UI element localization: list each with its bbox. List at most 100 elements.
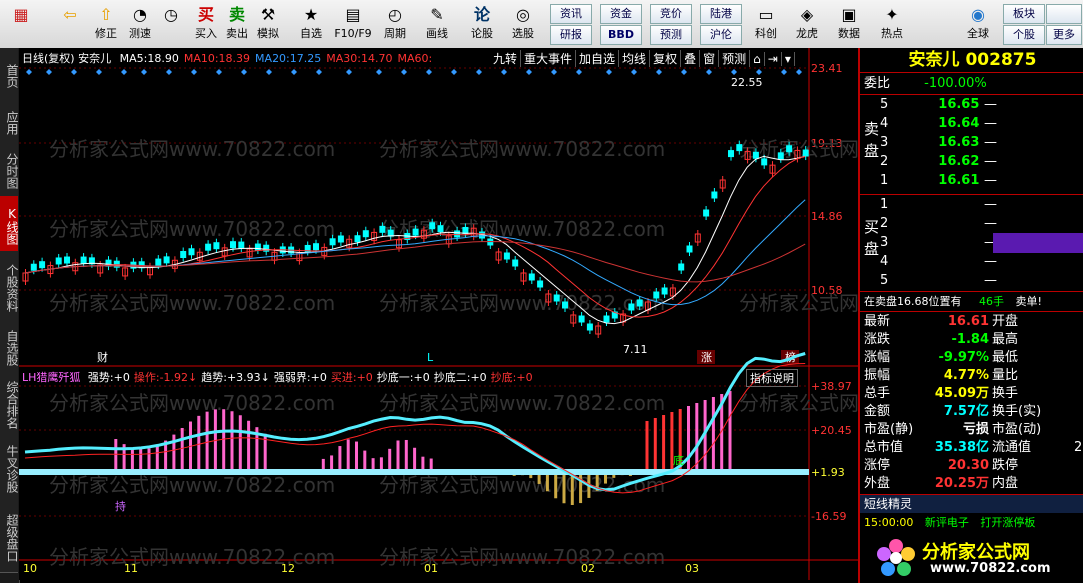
sell-row-4[interactable]: 4 16.64 — — [880, 115, 997, 133]
event-diamond-icon[interactable] — [141, 69, 147, 75]
left-tab-0[interactable]: 首页 — [0, 48, 19, 102]
event-diamond-icon[interactable] — [656, 69, 662, 75]
event-diamond-icon[interactable] — [291, 69, 297, 75]
event-diamond-icon[interactable] — [216, 69, 222, 75]
sell-row-2[interactable]: 2 16.62 — — [880, 153, 997, 171]
toolbar-3-button[interactable]: ◔ 测速 — [124, 2, 156, 46]
event-diamond-icon[interactable] — [551, 69, 557, 75]
event-diamond-icon[interactable] — [796, 69, 802, 75]
event-diamond-icon[interactable] — [96, 69, 102, 75]
indicator-name[interactable]: LH猎鹰歼狐 — [22, 371, 80, 384]
toolbar-6-button[interactable]: 卖卖出 — [222, 2, 252, 46]
buy-row-4[interactable]: 4— — [880, 253, 997, 271]
event-diamond-icon[interactable] — [401, 69, 407, 75]
buy-row-5[interactable]: 5— — [880, 272, 997, 290]
event-diamond-icon[interactable] — [681, 69, 687, 75]
event-diamond-icon[interactable] — [46, 69, 52, 75]
chart-marker-1[interactable]: L — [427, 351, 434, 364]
chart-button-1[interactable]: 重大事件 — [521, 50, 577, 67]
toolbar-icon-button-0[interactable]: ▦ — [2, 2, 40, 46]
event-diamond-icon[interactable] — [346, 69, 352, 75]
toolbar-13-button[interactable]: ◎ 选股 — [504, 2, 542, 46]
capital-button[interactable]: 资金 — [600, 4, 642, 24]
sell-row-3[interactable]: 3 16.63 — — [880, 134, 997, 152]
kline-chart-svg[interactable]: 23.4119.1314.8610.58分析家公式网www.70822.com 分… — [19, 48, 1025, 580]
left-tab-4[interactable]: 个股资料 — [0, 251, 19, 322]
toolbar-14-button[interactable]: ▭ 科创 — [748, 2, 784, 46]
event-diamond-icon[interactable] — [376, 69, 382, 75]
event-diamond-icon[interactable] — [451, 69, 457, 75]
chart-button-4[interactable]: 复权 — [650, 50, 682, 67]
auction-button[interactable]: 竞价 — [650, 4, 692, 24]
event-diamond-icon[interactable] — [731, 69, 737, 75]
toolbar-15-button[interactable]: ◈ 龙虎 — [788, 2, 826, 46]
left-tab-3[interactable]: K线图 — [0, 196, 19, 253]
arrow-right-icon[interactable]: ⇥ — [765, 52, 782, 66]
left-tab-7[interactable]: 牛叉诊股 — [0, 433, 19, 503]
event-diamond-icon[interactable] — [606, 69, 612, 75]
event-diamond-icon[interactable] — [166, 69, 172, 75]
event-diamond-icon[interactable] — [756, 69, 762, 75]
stock-button[interactable]: 个股 — [1003, 25, 1045, 45]
left-tab-6[interactable]: 综合排名 — [0, 372, 19, 435]
toolbar-5-button[interactable]: 买买入 — [190, 2, 222, 46]
toolbar-icon-button-1[interactable]: ⇦ — [52, 2, 88, 46]
blank-button[interactable] — [1046, 4, 1082, 24]
left-tab-1[interactable]: 应用 — [0, 100, 19, 144]
event-diamond-icon[interactable] — [191, 69, 197, 75]
news-button[interactable]: 资讯 — [550, 4, 592, 24]
sector-button[interactable]: 板块 — [1003, 4, 1045, 24]
event-diamond-icon[interactable] — [316, 69, 322, 75]
toolbar-16-button[interactable]: ▣ 数据 — [830, 2, 868, 46]
event-diamond-icon[interactable] — [426, 69, 432, 75]
toolbar-10-button[interactable]: ◴ 周期 — [376, 2, 414, 46]
more-button[interactable]: 更多 — [1046, 25, 1082, 45]
event-diamond-icon[interactable] — [26, 69, 32, 75]
toolbar-7-button[interactable]: ⚒ 模拟 — [252, 2, 284, 46]
buy-row-2[interactable]: 2— — [880, 215, 997, 233]
short-sprite-row[interactable]: 15:00:00 新评电子 打开涨停板 — [864, 514, 1035, 532]
left-tab-2[interactable]: 分时图 — [0, 142, 19, 198]
event-diamond-icon[interactable] — [121, 69, 127, 75]
event-diamond-icon[interactable] — [706, 69, 712, 75]
buy-row-3[interactable]: 3— — [880, 234, 997, 252]
event-diamond-icon[interactable] — [576, 69, 582, 75]
chart-marker-2[interactable]: 涨 — [701, 351, 712, 364]
event-diamond-icon[interactable] — [781, 69, 787, 75]
toolbar-17-button[interactable]: ✦ 热点 — [872, 2, 912, 46]
buy-row-1[interactable]: 1— — [880, 196, 997, 214]
event-diamond-icon[interactable] — [266, 69, 272, 75]
event-diamond-icon[interactable] — [241, 69, 247, 75]
toolbar-icon-button-18[interactable] — [914, 2, 952, 46]
left-tab-8[interactable]: 超级盘口 — [0, 501, 19, 573]
research-button[interactable]: 研报 — [550, 25, 592, 45]
bbd-button[interactable]: BBD — [600, 25, 642, 45]
chart-button-0[interactable]: 九转 — [490, 50, 522, 67]
sell-row-1[interactable]: 1 16.61 — — [880, 172, 997, 190]
hk-connect-button[interactable]: 陆港 — [700, 4, 742, 24]
chart-marker-0[interactable]: 财 — [97, 350, 108, 364]
chart-button-5[interactable]: 叠 — [681, 50, 701, 67]
toolbar-19-button[interactable]: ◉ 全球 — [958, 2, 998, 46]
event-diamond-icon[interactable] — [631, 69, 637, 75]
toolbar-9-button[interactable]: ▤ F10/F9 — [332, 2, 374, 46]
toolbar-12-button[interactable]: 论论股 — [464, 2, 500, 46]
event-diamond-icon[interactable] — [476, 69, 482, 75]
shanghai-london-button[interactable]: 沪伦 — [700, 25, 742, 45]
chart-button-2[interactable]: 加自选 — [576, 50, 620, 67]
left-tab-5[interactable]: 自选股 — [0, 320, 19, 374]
event-diamond-icon[interactable] — [526, 69, 532, 75]
lock-icon[interactable]: ⌂ — [750, 52, 765, 66]
forecast-button[interactable]: 预测 — [650, 25, 692, 45]
toolbar-icon-button-4[interactable]: ◷ — [156, 2, 186, 46]
event-diamond-icon[interactable] — [71, 69, 77, 75]
toolbar-2-button[interactable]: ⇧ 修正 — [90, 2, 122, 46]
toolbar-11-button[interactable]: ✎ 画线 — [418, 2, 456, 46]
toolbar-8-button[interactable]: ★ 自选 — [292, 2, 330, 46]
chart-button-7[interactable]: 预测 — [719, 50, 751, 67]
indicator-help-button[interactable]: 指标说明 — [746, 369, 798, 387]
sell-row-5[interactable]: 5 16.65 — — [880, 96, 997, 114]
chart-button-3[interactable]: 均线 — [619, 50, 651, 67]
chart-button-6[interactable]: 窗 — [700, 50, 720, 67]
event-diamond-icon[interactable] — [501, 69, 507, 75]
